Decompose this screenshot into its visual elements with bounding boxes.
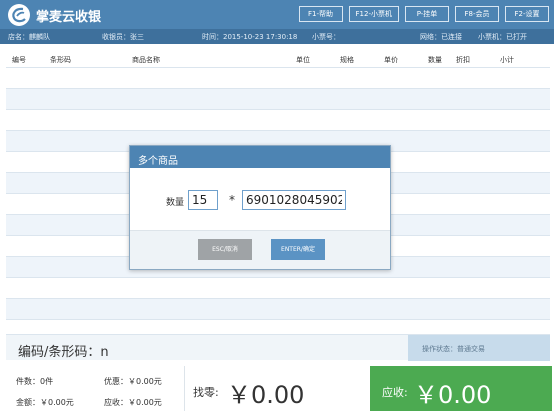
- settings-button[interactable]: F2-设置: [505, 6, 549, 22]
- col-barcode: 条形码: [50, 56, 71, 64]
- barcode-field[interactable]: [242, 190, 346, 210]
- table-row[interactable]: [6, 278, 550, 299]
- table-row[interactable]: [6, 110, 550, 131]
- member-button[interactable]: F8-会员: [455, 6, 499, 22]
- info-bar: 店名：麒麟队 收银员：张三 时间：2015-10-23 17:30:18 小票号…: [0, 29, 554, 44]
- col-product-name: 商品名称: [132, 56, 160, 64]
- multiply-sign: *: [229, 193, 235, 207]
- total-amount: 金额：￥0.00元: [16, 398, 74, 407]
- col-discount: 折扣: [456, 56, 470, 64]
- current-time: 时间：2015-10-23 17:30:18: [202, 33, 298, 41]
- col-price: 单价: [384, 56, 398, 64]
- cashier-name: 收银员：张三: [102, 33, 144, 41]
- app-title: 掌麦云收银: [36, 10, 102, 25]
- col-quantity: 数量: [428, 56, 442, 64]
- help-button[interactable]: F1-帮助: [298, 6, 343, 22]
- function-key-bar: F1-帮助 F12-小票机 P-挂单 F8-会员 F2-设置: [298, 6, 549, 22]
- change-label: 找零:: [193, 386, 219, 399]
- col-spec: 规格: [340, 56, 354, 64]
- amount-due-value: ￥0.00: [414, 381, 492, 409]
- col-unit: 单位: [296, 56, 310, 64]
- printer-button[interactable]: F12-小票机: [348, 6, 399, 22]
- col-number: 编号: [12, 56, 26, 64]
- table-row[interactable]: [6, 68, 550, 89]
- barcode-input[interactable]: 编码/条形码：n: [18, 341, 109, 360]
- change-value: ￥0.00: [227, 381, 305, 409]
- amount-due-label: 应收:: [382, 386, 408, 399]
- store-name: 店名：麒麟队: [8, 33, 50, 41]
- receivable-amount: 应收：￥0.00元: [104, 398, 162, 407]
- quantity-input[interactable]: [188, 190, 218, 210]
- discount-amount: 优惠：￥0.00元: [104, 377, 162, 386]
- col-subtotal: 小计: [500, 56, 514, 64]
- network-status: 网络：已连接: [420, 33, 462, 41]
- quantity-label: 数量: [166, 198, 185, 208]
- barcode-input-bar[interactable]: 编码/条形码：n 操作状态：普通交易: [6, 334, 550, 361]
- summary-panel: 件数：0件 优惠：￥0.00元 金额：￥0.00元 应收：￥0.00元: [6, 366, 182, 411]
- amount-due-panel: 应收: ￥0.00: [370, 366, 552, 411]
- operation-status: 操作状态：普通交易: [408, 335, 550, 361]
- table-row[interactable]: [6, 89, 550, 110]
- operation-status-text: 操作状态：普通交易: [422, 345, 485, 353]
- multiple-items-dialog: 多个商品 数量 * ESC/取消 ENTER/确定: [129, 145, 391, 270]
- confirm-button[interactable]: ENTER/确定: [271, 239, 325, 260]
- printer-status: 小票机：已打开: [478, 33, 527, 41]
- table-row[interactable]: [6, 299, 550, 320]
- hold-order-button[interactable]: P-挂单: [405, 6, 449, 22]
- ticket-number: 小票号：: [312, 33, 340, 41]
- dialog-title: 多个商品: [130, 146, 390, 168]
- items-table-header: 编号 条形码 商品名称 单位 规格 单价 数量 折扣 小计: [6, 51, 550, 68]
- top-bar: 掌麦云收银 F1-帮助 F12-小票机 P-挂单 F8-会员 F2-设置: [0, 0, 554, 29]
- app-logo-icon: [8, 4, 30, 26]
- dialog-footer: ESC/取消 ENTER/确定: [130, 230, 390, 269]
- cancel-button[interactable]: ESC/取消: [198, 239, 252, 260]
- item-count: 件数：0件: [16, 377, 54, 386]
- change-panel: 找零: ￥0.00: [184, 366, 364, 411]
- dialog-body: 数量 *: [130, 168, 390, 230]
